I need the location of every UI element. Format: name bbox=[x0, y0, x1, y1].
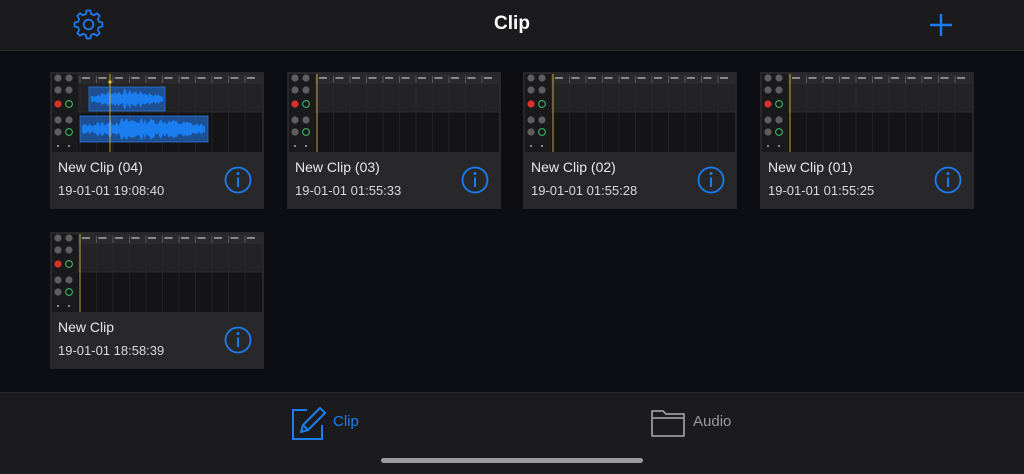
clip-thumbnail bbox=[52, 234, 262, 312]
edit-icon bbox=[292, 407, 326, 440]
folder-icon bbox=[651, 410, 685, 437]
navigation-bar: Clip bbox=[0, 0, 1024, 51]
clip-date: 19-01-01 01:55:25 bbox=[768, 183, 875, 198]
clip-card[interactable]: New Clip (02) 19-01-01 01:55:28 bbox=[523, 72, 737, 209]
clip-date: 19-01-01 19:08:40 bbox=[58, 183, 165, 198]
clip-thumbnail bbox=[289, 74, 499, 152]
info-icon[interactable] bbox=[934, 166, 962, 194]
home-indicator bbox=[381, 458, 643, 463]
clip-card[interactable]: New Clip (03) 19-01-01 01:55:33 bbox=[287, 72, 501, 209]
clip-date: 19-01-01 01:55:33 bbox=[295, 183, 402, 198]
clip-date: 19-01-01 01:55:28 bbox=[531, 183, 638, 198]
clip-card[interactable]: New Clip 19-01-01 18:58:39 bbox=[50, 232, 264, 369]
clip-thumbnail bbox=[762, 74, 972, 152]
plus-icon[interactable] bbox=[928, 12, 954, 38]
clip-date: 19-01-01 18:58:39 bbox=[58, 343, 165, 358]
info-icon[interactable] bbox=[224, 166, 252, 194]
page-title: Clip bbox=[494, 13, 530, 34]
clip-name: New Clip (04) bbox=[58, 159, 143, 175]
clip-name: New Clip (03) bbox=[295, 159, 380, 175]
tab-label: Audio bbox=[693, 413, 732, 430]
info-icon[interactable] bbox=[697, 166, 725, 194]
clip-card[interactable]: New Clip (01) 19-01-01 01:55:25 bbox=[760, 72, 974, 209]
clip-thumbnail bbox=[52, 74, 262, 152]
clip-name: New Clip (02) bbox=[531, 159, 616, 175]
clip-thumbnail bbox=[525, 74, 735, 152]
info-icon[interactable] bbox=[224, 326, 252, 354]
info-icon[interactable] bbox=[461, 166, 489, 194]
clip-card[interactable]: New Clip (04) 19-01-01 19:08:40 bbox=[50, 72, 264, 209]
tab-label: Clip bbox=[333, 413, 359, 430]
clip-name: New Clip bbox=[58, 319, 115, 335]
clip-name: New Clip (01) bbox=[768, 159, 853, 175]
